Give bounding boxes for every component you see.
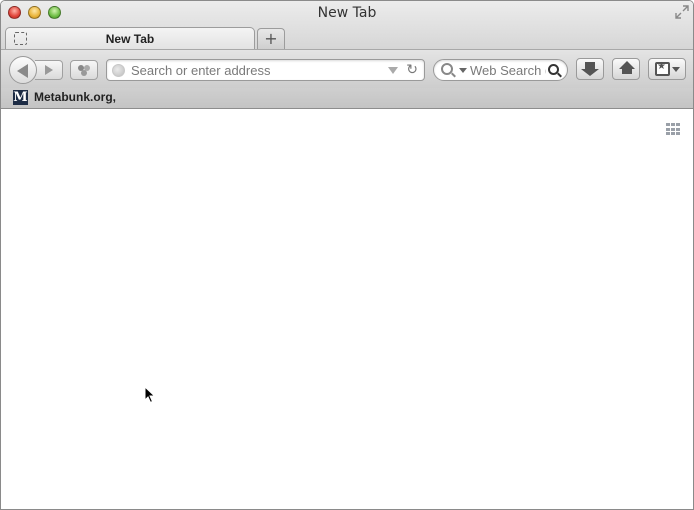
identity-button[interactable]	[70, 60, 98, 80]
metabunk-favicon-icon: M	[13, 90, 28, 105]
downloads-button[interactable]	[576, 58, 604, 80]
tab-title: New Tab	[105, 32, 155, 46]
address-bar[interactable]: ↻	[106, 59, 425, 81]
search-icon[interactable]	[548, 64, 559, 75]
search-bar[interactable]	[433, 59, 568, 81]
grid-icon[interactable]	[666, 123, 681, 136]
back-forward-group	[9, 56, 63, 84]
forward-button[interactable]	[35, 60, 63, 80]
back-arrow-icon	[17, 64, 28, 78]
engine-dropdown-icon[interactable]	[459, 68, 467, 73]
tab-favicon-icon	[14, 32, 27, 45]
navigation-toolbar: ↻	[1, 49, 693, 88]
window-title: New Tab	[317, 5, 377, 21]
identity-icon	[78, 65, 90, 76]
new-tab-button[interactable]: +	[257, 28, 285, 49]
address-input[interactable]	[131, 62, 381, 78]
back-button[interactable]	[9, 56, 37, 84]
globe-icon	[112, 64, 125, 77]
bookmarks-star-icon	[655, 61, 670, 76]
search-engine-icon[interactable]	[441, 63, 453, 75]
mouse-cursor-icon	[144, 386, 156, 404]
fullscreen-icon[interactable]	[675, 5, 689, 19]
chevron-down-icon	[672, 67, 680, 72]
search-input[interactable]	[470, 62, 546, 78]
history-dropdown-icon[interactable]	[388, 67, 398, 74]
download-icon	[581, 62, 599, 76]
browser-window: New Tab New Tab + Search or enter addres…	[0, 0, 694, 510]
page-content	[1, 110, 693, 509]
title-bar: New Tab New Tab +	[1, 1, 693, 50]
bookmarks-toolbar: M Metabunk.org,	[1, 88, 693, 109]
bookmarks-menu-button[interactable]	[648, 58, 686, 80]
home-icon	[619, 61, 635, 74]
bookmark-label: Metabunk.org,	[34, 90, 117, 104]
forward-arrow-icon	[45, 65, 53, 75]
tab-new-tab[interactable]: New Tab	[5, 27, 255, 50]
home-button[interactable]	[612, 58, 640, 80]
reload-icon[interactable]: ↻	[406, 62, 418, 78]
